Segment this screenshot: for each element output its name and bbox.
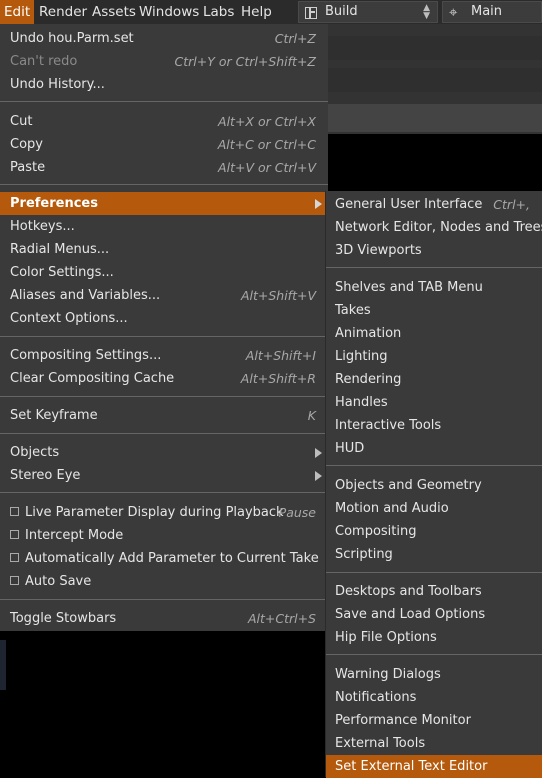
submenu-arrow-icon <box>315 199 322 209</box>
checkbox-icon[interactable] <box>10 576 19 585</box>
separator <box>0 599 328 600</box>
hip-file-options-item[interactable]: Hip File Options <box>326 626 542 649</box>
preferences-submenu: General User Interface Ctrl+, Network Ed… <box>325 191 542 778</box>
menu-edit[interactable]: Edit <box>0 0 34 24</box>
background-toolbar <box>328 36 542 60</box>
menu-labs[interactable]: Labs <box>199 0 238 24</box>
menu-bar: Edit Render Assets Windows Labs Help Bui… <box>0 0 542 24</box>
objects-item[interactable]: Objects <box>0 441 328 464</box>
performance-monitor-item[interactable]: Performance Monitor <box>326 709 542 732</box>
redo-item: Can't redo Ctrl+Y or Ctrl+Shift+Z <box>10 54 316 69</box>
separator <box>0 492 328 493</box>
cut-item[interactable]: Cut Alt+X or Ctrl+X <box>0 110 328 133</box>
motion-audio-item[interactable]: Motion and Audio <box>326 497 542 520</box>
undo-history-item[interactable]: Undo History... <box>0 73 328 96</box>
menu-render[interactable]: Render <box>35 0 91 24</box>
scripting-item[interactable]: Scripting <box>326 543 542 566</box>
hotkeys-item[interactable]: Hotkeys... <box>0 215 328 238</box>
set-external-text-editor-item[interactable]: Set External Text Editor <box>326 755 542 778</box>
auto-save-item[interactable]: Auto Save <box>0 570 328 593</box>
separator <box>0 336 328 337</box>
submenu-arrow-icon <box>315 448 322 458</box>
set-keyframe-item[interactable]: Set Keyframe K <box>0 404 328 427</box>
lighting-item[interactable]: Lighting <box>326 345 542 368</box>
handles-item[interactable]: Handles <box>326 391 542 414</box>
shelves-item[interactable]: Shelves and TAB Menu <box>326 276 542 299</box>
pane-label: Main <box>471 4 503 19</box>
aliases-variables-item[interactable]: Aliases and Variables... Alt+Shift+V <box>0 284 328 307</box>
menu-windows[interactable]: Windows <box>135 0 203 24</box>
animation-item[interactable]: Animation <box>326 322 542 345</box>
desktops-toolbars-item[interactable]: Desktops and Toolbars <box>326 580 542 603</box>
external-tools-item[interactable]: External Tools <box>326 732 542 755</box>
separator <box>326 465 542 466</box>
hud-item[interactable]: HUD <box>326 437 542 460</box>
clear-cache-item[interactable]: Clear Compositing Cache Alt+Shift+R <box>0 367 328 390</box>
objects-geometry-item[interactable]: Objects and Geometry <box>326 474 542 497</box>
toggle-stowbars-item[interactable]: Toggle Stowbars Alt+Ctrl+S <box>0 607 328 630</box>
preferences-item[interactable]: Preferences <box>0 192 328 215</box>
separator <box>326 654 542 655</box>
submenu-arrow-icon <box>315 471 322 481</box>
menu-help[interactable]: Help <box>237 0 276 24</box>
menu-assets[interactable]: Assets <box>88 0 140 24</box>
background-toolbar <box>328 68 542 92</box>
pane-selector[interactable]: ⌖ Main <box>442 1 542 23</box>
checkbox-icon[interactable] <box>10 553 19 562</box>
checkbox-icon[interactable] <box>10 507 19 516</box>
general-ui-item[interactable]: General User Interface Ctrl+, <box>326 193 542 216</box>
takes-item[interactable]: Takes <box>326 299 542 322</box>
paste-item[interactable]: Paste Alt+V or Ctrl+V <box>0 156 328 179</box>
live-parameter-item[interactable]: Live Parameter Display during Playback P… <box>0 501 328 524</box>
warning-dialogs-item[interactable]: Warning Dialogs <box>326 663 542 686</box>
updown-arrows-icon: ▲ ▼ <box>423 3 430 21</box>
desktop-icon <box>305 7 317 19</box>
save-load-options-item[interactable]: Save and Load Options <box>326 603 542 626</box>
color-settings-item[interactable]: Color Settings... <box>0 261 328 284</box>
separator <box>0 184 328 185</box>
interactive-tools-item[interactable]: Interactive Tools <box>326 414 542 437</box>
separator <box>0 433 328 434</box>
desktop-selector[interactable]: Build ▲ ▼ <box>298 1 438 23</box>
notifications-item[interactable]: Notifications <box>326 686 542 709</box>
desktop-label: Build <box>325 4 358 19</box>
compositing-settings-item[interactable]: Compositing Settings... Alt+Shift+I <box>0 344 328 367</box>
context-options-item[interactable]: Context Options... <box>0 307 328 330</box>
undo-item[interactable]: Undo hou.Parm.set Ctrl+Z <box>0 27 328 50</box>
copy-item[interactable]: Copy Alt+C or Ctrl+C <box>0 133 328 156</box>
edit-menu: Undo hou.Parm.set Ctrl+Z Can't redo Ctrl… <box>0 24 328 631</box>
separator <box>326 267 542 268</box>
3d-viewports-item[interactable]: 3D Viewports <box>326 239 542 262</box>
checkbox-icon[interactable] <box>10 530 19 539</box>
network-editor-item[interactable]: Network Editor, Nodes and Trees <box>326 216 542 239</box>
compositing-item[interactable]: Compositing <box>326 520 542 543</box>
rendering-item[interactable]: Rendering <box>326 368 542 391</box>
stereo-eye-item[interactable]: Stereo Eye <box>0 464 328 487</box>
separator <box>0 396 328 397</box>
radial-menus-item[interactable]: Radial Menus... <box>0 238 328 261</box>
auto-add-parameter-item[interactable]: Automatically Add Parameter to Current T… <box>0 547 328 570</box>
separator <box>326 572 542 573</box>
background-toolbar <box>328 104 542 132</box>
background-edge <box>0 640 6 690</box>
crosshair-icon: ⌖ <box>449 3 458 21</box>
intercept-mode-item[interactable]: Intercept Mode <box>0 524 328 547</box>
separator <box>0 101 328 102</box>
